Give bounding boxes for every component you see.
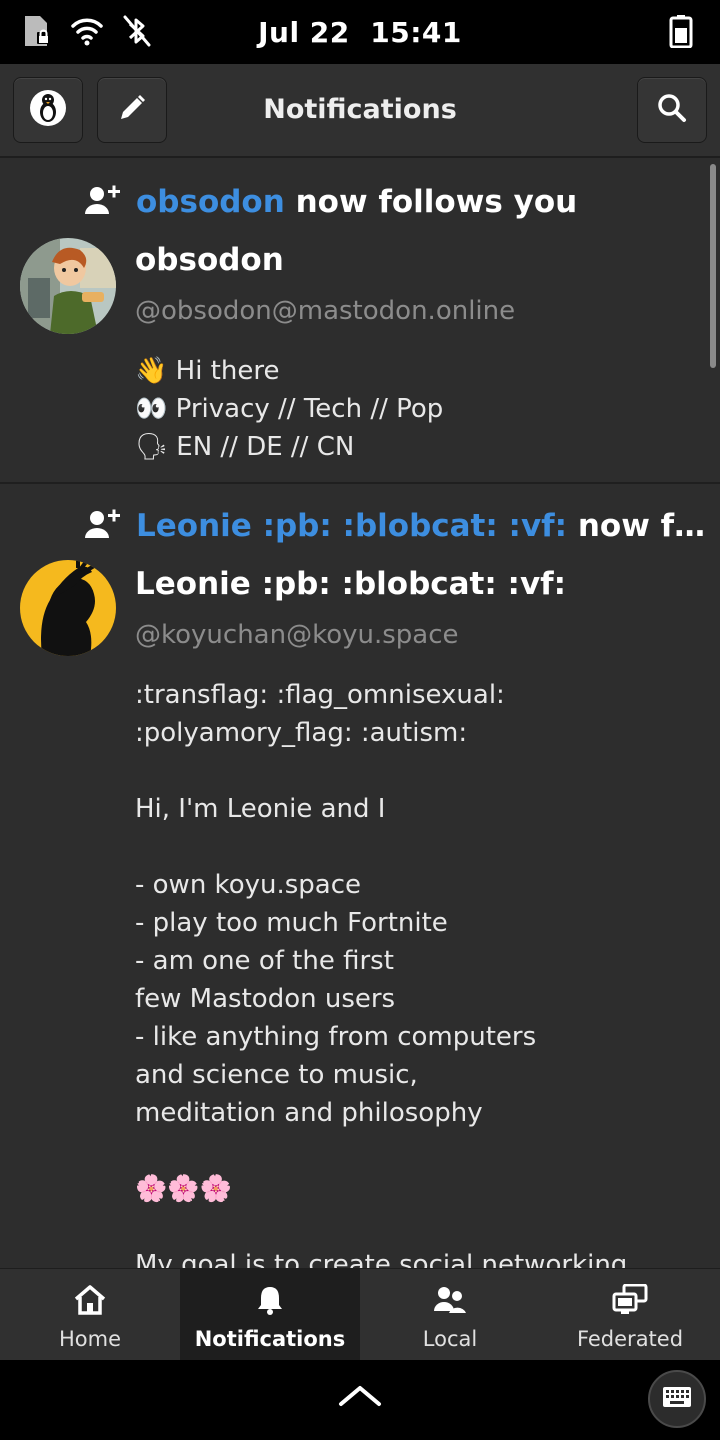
account-handle: @koyuchan@koyu.space <box>135 620 459 650</box>
notification-actor[interactable]: obsodon <box>136 184 285 220</box>
bio-line: - own koyu.space <box>135 870 362 900</box>
notification-item[interactable]: obsodon now follows you obsodon @obsodon… <box>0 158 720 484</box>
tab-label: Home <box>58 1327 121 1351</box>
display-name[interactable]: obsodon <box>135 242 284 278</box>
page-title: Notifications <box>263 94 457 125</box>
bio-line <box>135 1208 700 1246</box>
battery-icon <box>664 14 698 48</box>
tab-label: Federated <box>576 1327 684 1351</box>
bio-line: :polyamory_flag: :autism: <box>135 718 468 748</box>
account-handle: @obsodon@mastodon.online <box>135 296 516 326</box>
notification-header: Leonie :pb: :blobcat: :vf: now follo… <box>84 504 706 548</box>
bio-line: 🗣 EN // DE // CN <box>135 432 355 462</box>
bio-line: My goal is to create social networking <box>135 1250 628 1268</box>
tab-notifications[interactable]: Notifications <box>180 1269 360 1360</box>
status-time: 15:41 <box>370 16 462 49</box>
notification-header: obsodon now follows you <box>84 180 706 224</box>
notifications-list[interactable]: obsodon now follows you obsodon @obsodon… <box>0 158 720 1268</box>
avatar[interactable] <box>20 560 116 656</box>
avatar[interactable] <box>20 238 116 334</box>
tab-label: Notifications <box>194 1327 346 1351</box>
tab-label: Local <box>422 1327 478 1351</box>
bio-line: and science to music, <box>135 1060 418 1090</box>
bottom-tab-bar: Home Notifications Local Federated <box>0 1268 720 1360</box>
users-icon <box>432 1283 468 1317</box>
notification-item[interactable]: Leonie :pb: :blobcat: :vf: now follo… Le… <box>0 484 720 1268</box>
bio-line: Hi, I'm Leonie and I <box>135 794 386 824</box>
notification-action: now follo… <box>577 508 706 544</box>
status-bar: Jul 22 15:41 <box>0 0 720 64</box>
follow-icon <box>84 184 124 220</box>
notification-action: now follows you <box>295 184 578 220</box>
bio-line <box>135 1132 700 1170</box>
tab-home[interactable]: Home <box>0 1269 180 1360</box>
search-button[interactable] <box>637 77 707 143</box>
notification-actor[interactable]: Leonie :pb: :blobcat: :vf: <box>136 508 567 544</box>
display-name[interactable]: Leonie :pb: :blobcat: :vf: <box>135 566 566 602</box>
bio-line: - play too much Fortnite <box>135 908 448 938</box>
chevron-up-icon[interactable] <box>338 1384 382 1412</box>
tab-local[interactable]: Local <box>360 1269 540 1360</box>
keyboard-icon <box>662 1386 692 1412</box>
account-bio: :transflag: :flag_omnisexual: :polyamory… <box>135 676 700 1268</box>
search-icon <box>657 93 687 127</box>
status-clock: Jul 22 15:41 <box>0 16 720 49</box>
home-icon <box>72 1283 108 1317</box>
bell-icon <box>252 1283 288 1317</box>
bio-line: 👀 Privacy // Tech // Pop <box>135 394 444 424</box>
bio-line: - like anything from computers <box>135 1022 537 1052</box>
bio-line: few Mastodon users <box>135 984 396 1014</box>
bio-line <box>135 828 700 866</box>
bio-line: meditation and philosophy <box>135 1098 483 1128</box>
header-bar: Notifications <box>0 64 720 158</box>
bio-line <box>135 752 700 790</box>
account-bio: 👋 Hi there 👀 Privacy // Tech // Pop 🗣 EN… <box>135 352 700 466</box>
bio-line: 👋 Hi there <box>135 356 280 386</box>
federated-icon <box>612 1283 648 1317</box>
bio-line: :transflag: :flag_omnisexual: <box>135 680 505 710</box>
bio-line: 🌸🌸🌸 <box>135 1174 233 1204</box>
scrollbar[interactable] <box>710 164 716 368</box>
tab-federated[interactable]: Federated <box>540 1269 720 1360</box>
keyboard-toggle-button[interactable] <box>648 1370 706 1428</box>
status-date: Jul 22 <box>258 16 350 49</box>
system-nav-bar <box>0 1360 720 1440</box>
follow-icon <box>84 508 124 544</box>
bio-line: - am one of the first <box>135 946 394 976</box>
